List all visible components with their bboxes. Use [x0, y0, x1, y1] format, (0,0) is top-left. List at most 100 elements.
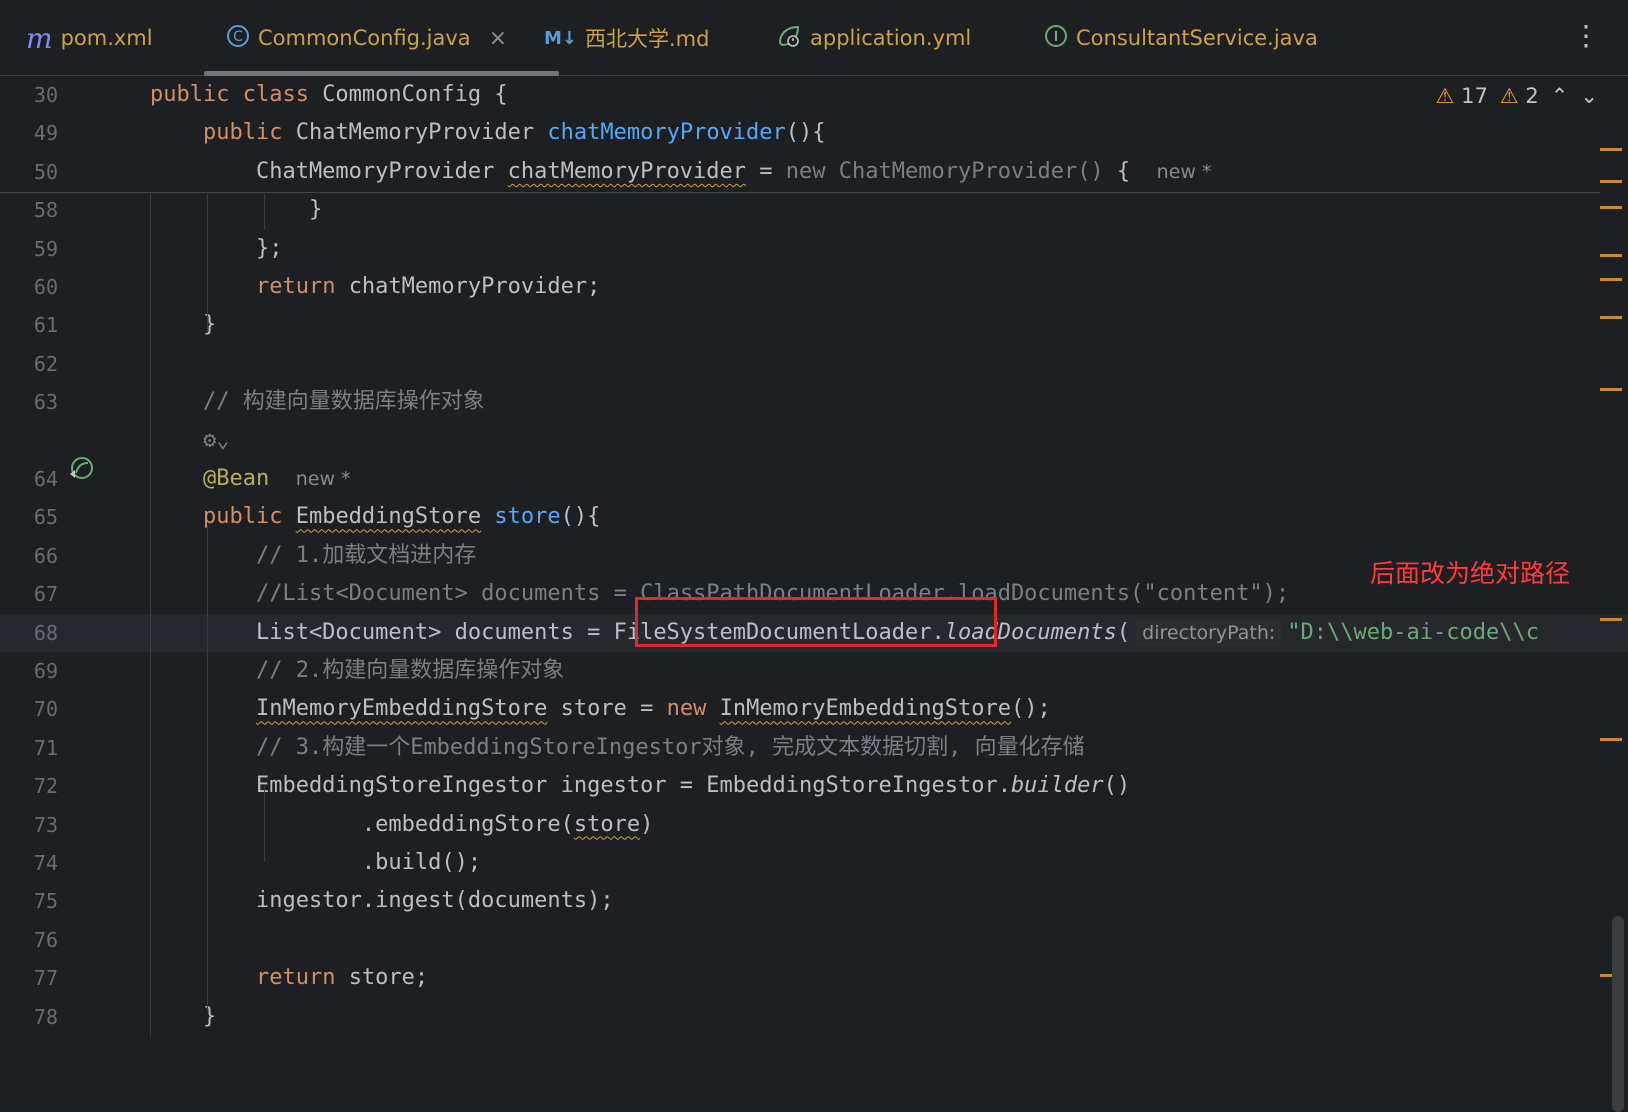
- stripe-mark[interactable]: [1600, 278, 1622, 281]
- code-text[interactable]: }: [150, 191, 322, 229]
- line-number[interactable]: 49: [0, 114, 58, 152]
- stripe-mark[interactable]: [1600, 148, 1622, 151]
- close-icon[interactable]: ×: [489, 26, 507, 51]
- line-number[interactable]: 75: [0, 882, 58, 920]
- code-token: CommonConfig {: [322, 82, 508, 107]
- code-line[interactable]: 64 @Bean new *: [0, 460, 1628, 498]
- line-number[interactable]: 67: [0, 575, 58, 613]
- line-number[interactable]: 58: [0, 191, 58, 229]
- line-number[interactable]: 65: [0, 498, 58, 536]
- code-line[interactable]: 78 }: [0, 998, 1628, 1036]
- line-number[interactable]: 74: [0, 844, 58, 882]
- code-text[interactable]: // 2.构建向量数据库操作对象: [150, 652, 564, 690]
- code-token: }: [150, 197, 323, 223]
- tab-application-yml[interactable]: application.yml: [776, 0, 971, 76]
- code-text[interactable]: ChatMemoryProvider chatMemoryProvider = …: [150, 153, 1212, 191]
- line-number[interactable]: 59: [0, 230, 58, 268]
- stripe-mark[interactable]: [1600, 316, 1622, 319]
- line-number[interactable]: 61: [0, 306, 58, 344]
- code-text[interactable]: .build();: [150, 844, 481, 882]
- code-line[interactable]: 58 }: [0, 191, 1628, 229]
- stripe-mark[interactable]: [1600, 388, 1622, 391]
- code-token: .build();: [150, 850, 482, 875]
- code-text[interactable]: public EmbeddingStore store(){: [150, 498, 600, 536]
- code-line[interactable]: 73 .embeddingStore(store): [0, 806, 1628, 844]
- line-number[interactable]: 66: [0, 537, 58, 575]
- code-line[interactable]: 30 public class CommonConfig {: [0, 76, 1628, 114]
- code-text[interactable]: InMemoryEmbeddingStore store = new InMem…: [150, 690, 1051, 728]
- sticky-lines-separator: [0, 192, 1600, 193]
- code-line[interactable]: 76: [0, 921, 1628, 959]
- indent-guide: [264, 192, 265, 230]
- code-text[interactable]: ingestor.ingest(documents);: [150, 882, 614, 920]
- code-line[interactable]: 75 ingestor.ingest(documents);: [0, 882, 1628, 920]
- code-line[interactable]: 61 }: [0, 306, 1628, 344]
- code-token: new ChatMemoryProvider(): [785, 158, 1104, 184]
- code-text[interactable]: return chatMemoryProvider;: [150, 268, 600, 306]
- code-token: return: [255, 274, 349, 299]
- code-text[interactable]: @Bean new *: [150, 460, 351, 498]
- tab-label: application.yml: [810, 26, 972, 50]
- code-line[interactable]: 49 public ChatMemoryProvider chatMemoryP…: [0, 114, 1628, 152]
- line-number[interactable]: 78: [0, 998, 58, 1036]
- line-number[interactable]: 64: [0, 460, 58, 498]
- code-line[interactable]: ⚙⌄: [0, 422, 1628, 460]
- line-number[interactable]: 60: [0, 268, 58, 306]
- code-line[interactable]: 69 // 2.构建向量数据库操作对象: [0, 652, 1628, 690]
- code-token: public class: [150, 82, 323, 107]
- code-line[interactable]: 59 };: [0, 230, 1628, 268]
- code-text[interactable]: ⚙⌄: [150, 422, 230, 460]
- vertical-scrollbar[interactable]: [1612, 916, 1624, 1112]
- code-text[interactable]: .embeddingStore(store): [150, 806, 653, 844]
- code-line[interactable]: 63 // 构建向量数据库操作对象: [0, 383, 1628, 421]
- tab-commonconfig-java[interactable]: C CommonConfig.java ×: [204, 0, 560, 76]
- line-number[interactable]: 68: [0, 614, 58, 652]
- tab-consultantservice-java[interactable]: ConsultantService.java: [1044, 0, 1318, 76]
- line-number[interactable]: 69: [0, 652, 58, 690]
- line-number[interactable]: 50: [0, 153, 58, 191]
- code-line[interactable]: 60 return chatMemoryProvider;: [0, 268, 1628, 306]
- code-line[interactable]: 72 EmbeddingStoreIngestor ingestor = Emb…: [0, 767, 1628, 805]
- stripe-mark[interactable]: [1600, 206, 1622, 209]
- stripe-mark[interactable]: [1600, 738, 1622, 741]
- code-token: };: [150, 235, 283, 261]
- more-tabs-menu-icon[interactable]: ⋮: [1572, 22, 1600, 50]
- line-number[interactable]: 62: [0, 345, 58, 383]
- code-line[interactable]: 71 // 3.构建一个EmbeddingStoreIngestor对象, 完成…: [0, 729, 1628, 767]
- code-text[interactable]: return store;: [150, 959, 428, 997]
- code-text[interactable]: EmbeddingStoreIngestor ingestor = Embedd…: [150, 767, 1130, 805]
- code-token: InMemoryEmbeddingStore: [255, 696, 548, 722]
- code-line[interactable]: 70 InMemoryEmbeddingStore store = new In…: [0, 690, 1628, 728]
- tab-markdown[interactable]: M↓ 西北大学.md: [544, 0, 709, 76]
- line-number[interactable]: 73: [0, 806, 58, 844]
- line-number[interactable]: 77: [0, 959, 58, 997]
- stripe-mark[interactable]: [1600, 254, 1622, 257]
- tab-label: CommonConfig.java: [258, 26, 471, 50]
- line-number[interactable]: 76: [0, 921, 58, 959]
- stripe-mark[interactable]: [1600, 618, 1622, 621]
- code-line[interactable]: 77 return store;: [0, 959, 1628, 997]
- code-line[interactable]: 65 public EmbeddingStore store(){: [0, 498, 1628, 536]
- code-text[interactable]: public class CommonConfig {: [150, 76, 508, 114]
- code-editor[interactable]: ⚠ 17 ⚠ 2 ⌃ ⌄ 30 public class CommonConfig…: [0, 76, 1628, 1112]
- code-text[interactable]: };: [150, 230, 283, 268]
- line-number[interactable]: 30: [0, 76, 58, 114]
- code-line[interactable]: 62: [0, 345, 1628, 383]
- spring-bean-gutter-icon[interactable]: [68, 456, 94, 482]
- code-text[interactable]: public ChatMemoryProvider chatMemoryProv…: [150, 114, 826, 152]
- line-number[interactable]: 63: [0, 383, 58, 421]
- code-line[interactable]: 50 ChatMemoryProvider chatMemoryProvider…: [0, 153, 1628, 191]
- code-text[interactable]: // 3.构建一个EmbeddingStoreIngestor对象, 完成文本数…: [150, 729, 1085, 767]
- line-number[interactable]: 71: [0, 729, 58, 767]
- line-number[interactable]: 70: [0, 690, 58, 728]
- code-text[interactable]: // 1.加载文档进内存: [150, 537, 476, 575]
- code-text[interactable]: // 构建向量数据库操作对象: [150, 383, 485, 421]
- line-number[interactable]: 72: [0, 767, 58, 805]
- code-token: (){: [560, 504, 601, 530]
- code-line[interactable]: 74 .build();: [0, 844, 1628, 882]
- stripe-mark[interactable]: [1600, 180, 1622, 183]
- tab-pom-xml[interactable]: m pom.xml: [26, 0, 153, 76]
